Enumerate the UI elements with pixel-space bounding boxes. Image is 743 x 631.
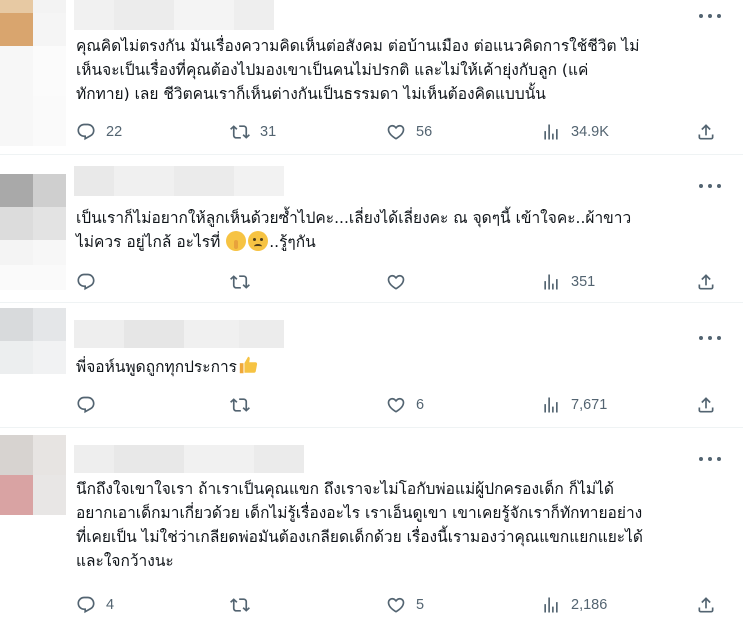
reply-icon — [77, 596, 95, 614]
like-count: 6 — [416, 397, 425, 413]
action-bar: 22 31 56 34.9K — [76, 120, 724, 144]
like-count: 56 — [416, 124, 433, 140]
views-button[interactable]: 2,186 — [541, 593, 607, 617]
reply-tweet-2[interactable]: เป็นเราก็ไม่อยากให้ลูกเห็นด้วยซ้ำไปคะ...… — [0, 156, 743, 303]
avatar-blurred-lower — [0, 240, 66, 290]
reply-icon — [77, 273, 95, 291]
reply-tweet-3[interactable]: พี่จอห์นพูดถูกทุกประการ 6 7,671 — [0, 304, 743, 428]
reply-icon — [77, 123, 95, 141]
share-icon — [698, 124, 714, 140]
tweet-text: คุณคิดไม่ตรงกัน มันเรื่องความคิดเห็นต่อส… — [76, 34, 716, 106]
more-options-icon[interactable] — [699, 8, 721, 24]
like-count: 5 — [416, 597, 425, 613]
retweet-button[interactable]: 31 — [230, 120, 276, 144]
more-options-icon[interactable] — [699, 178, 721, 194]
views-button[interactable]: 7,671 — [541, 393, 607, 417]
tweet-text-segment: ไม่ควร อยู่ไกล้ อะไรที่ — [76, 233, 221, 251]
view-count: 351 — [571, 274, 596, 290]
author-name-blurred[interactable] — [74, 0, 274, 30]
share-icon — [698, 597, 714, 613]
heart-icon — [387, 124, 405, 140]
views-button[interactable]: 34.9K — [541, 120, 609, 144]
tweet-text: พี่จอห์นพูดถูกทุกประการ — [76, 354, 716, 379]
share-button[interactable] — [696, 393, 716, 417]
reply-button[interactable]: 4 — [76, 593, 114, 617]
views-button[interactable]: 351 — [541, 270, 595, 294]
share-button[interactable] — [696, 593, 716, 617]
more-options-icon[interactable] — [699, 330, 721, 346]
action-bar: 6 7,671 — [76, 393, 724, 417]
author-name-blurred[interactable] — [74, 445, 304, 473]
view-count: 2,186 — [571, 597, 608, 613]
shushing-face-emoji — [226, 231, 247, 251]
share-button[interactable] — [696, 120, 716, 144]
tweet-text-line: และใจกว้างนะ — [76, 552, 174, 570]
retweet-button[interactable] — [230, 593, 260, 617]
author-name-blurred[interactable] — [74, 320, 284, 348]
thumbs-up-emoji — [238, 354, 258, 374]
tweet-text-line: นึกถึงใจเขาใจเรา ถ้าเราเป็นคุณแขก ถึงเรา… — [76, 480, 614, 498]
reply-count: 4 — [106, 597, 115, 613]
reply-tweet-1[interactable]: คุณคิดไม่ตรงกัน มันเรื่องความคิดเห็นต่อส… — [0, 0, 743, 155]
like-button[interactable]: 5 — [386, 593, 424, 617]
more-options-icon[interactable] — [699, 451, 721, 467]
tweet-text: เป็นเราก็ไม่อยากให้ลูกเห็นด้วยซ้ำไปคะ...… — [76, 206, 716, 254]
tweet-text-segment: ..รู้ๆกัน — [269, 233, 316, 251]
heart-icon — [387, 597, 405, 613]
analytics-icon — [544, 124, 558, 140]
tweet-text-line: พี่จอห์นพูดถูกทุกประการ — [76, 354, 716, 379]
analytics-icon — [544, 274, 558, 290]
avatar-blurred[interactable] — [0, 174, 66, 240]
tweet-text-line: ไม่ควร อยู่ไกล้ อะไรที่ ..รู้ๆกัน — [76, 230, 716, 254]
heart-icon — [387, 397, 405, 413]
author-name-blurred[interactable] — [74, 166, 284, 196]
tweet-text-line: เป็นเราก็ไม่อยากให้ลูกเห็นด้วยซ้ำไปคะ...… — [76, 209, 632, 227]
retweet-count: 31 — [260, 124, 277, 140]
tweet-text-line: ที่เคยเป็น ไม่ใช่ว่าเกลียดพ่อมันต้องเกลี… — [76, 528, 643, 546]
reply-tweet-4[interactable]: นึกถึงใจเขาใจเรา ถ้าเราเป็นคุณแขก ถึงเรา… — [0, 429, 743, 631]
reply-icon — [77, 396, 95, 414]
view-count: 34.9K — [571, 124, 609, 140]
heart-icon — [387, 274, 405, 290]
share-icon — [698, 274, 714, 290]
like-button[interactable]: 6 — [386, 393, 424, 417]
retweet-icon — [230, 598, 250, 612]
avatar-blurred[interactable] — [0, 0, 66, 46]
retweet-button[interactable] — [230, 270, 260, 294]
analytics-icon — [544, 397, 558, 413]
tweet-text-line: คุณคิดไม่ตรงกัน มันเรื่องความคิดเห็นต่อส… — [76, 37, 640, 55]
tweet-text-line: เห็นจะเป็นเรื่องที่คุณต้องไปมองเขาเป็นคน… — [76, 61, 589, 79]
retweet-icon — [230, 275, 250, 289]
action-bar: 4 5 2,186 — [76, 593, 724, 617]
reply-button[interactable]: 22 — [76, 120, 122, 144]
share-button[interactable] — [696, 270, 716, 294]
reply-count: 22 — [106, 124, 123, 140]
share-icon — [698, 397, 714, 413]
tweet-text-line: อยากเอาเด็กมาเกี่ยวด้วย เด็กไม่รู้เรื่อง… — [76, 504, 643, 522]
reply-button[interactable] — [76, 393, 106, 417]
retweet-icon — [230, 398, 250, 412]
avatar-blurred-lower — [0, 46, 66, 146]
avatar-blurred[interactable] — [0, 308, 66, 374]
like-button[interactable]: 56 — [386, 120, 432, 144]
avatar-blurred[interactable] — [0, 435, 66, 515]
retweet-icon — [230, 125, 250, 139]
view-count: 7,671 — [571, 397, 608, 413]
tweet-text-segment: พี่จอห์นพูดถูกทุกประการ — [76, 358, 237, 376]
worried-face-emoji — [248, 231, 269, 251]
tweet-text-line: ทักทาย) เลย ชีวิตคนเราก็เห็นต่างกันเป็นธ… — [76, 85, 546, 103]
tweet-text: นึกถึงใจเขาใจเรา ถ้าเราเป็นคุณแขก ถึงเรา… — [76, 477, 716, 573]
like-button[interactable] — [386, 270, 416, 294]
reply-button[interactable] — [76, 270, 106, 294]
retweet-button[interactable] — [230, 393, 260, 417]
analytics-icon — [544, 597, 558, 613]
action-bar: 351 — [76, 270, 724, 294]
